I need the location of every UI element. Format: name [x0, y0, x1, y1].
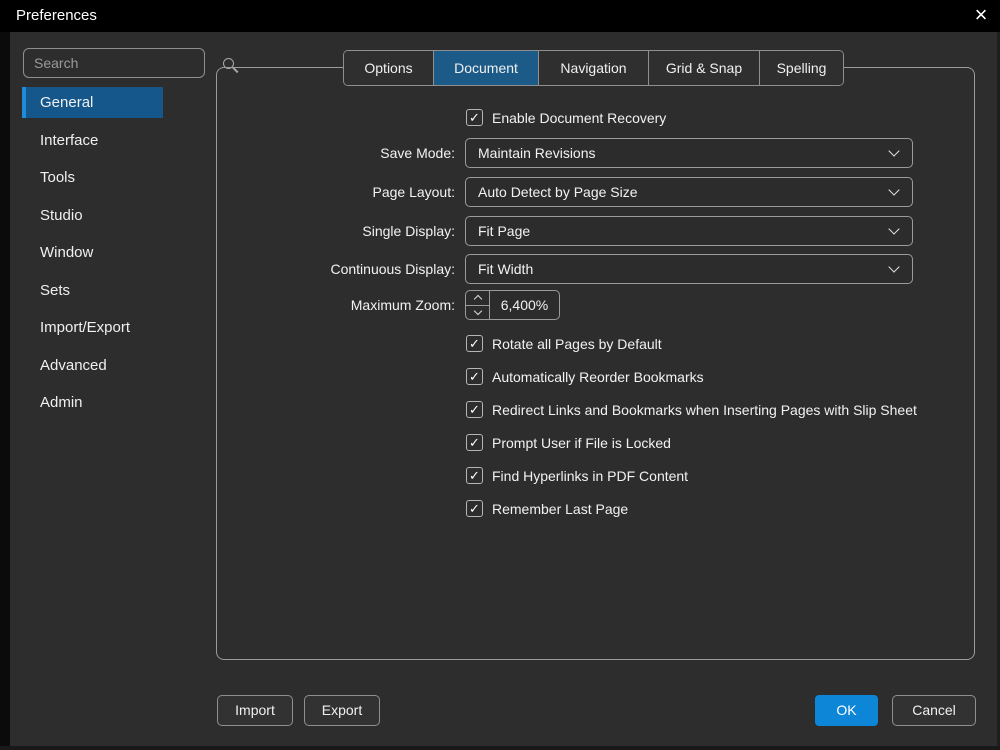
window-frame-bottom	[0, 746, 1000, 750]
cancel-button[interactable]: Cancel	[892, 695, 976, 726]
chevron-down-icon	[888, 184, 899, 195]
export-button[interactable]: Export	[304, 695, 380, 726]
page-layout-label: Page Layout:	[216, 177, 455, 207]
preferences-dialog: { "window": { "title": "Preferences", "c…	[0, 0, 1000, 750]
maximum-zoom-value[interactable]: 6,400%	[490, 291, 559, 319]
remember-last-page-label: Remember Last Page	[492, 500, 628, 518]
search-box[interactable]	[23, 48, 205, 78]
continuous-display-value: Fit Width	[466, 255, 890, 283]
auto-reorder-bookmarks-checkbox[interactable]: ✓	[466, 368, 483, 385]
stepper-up-button[interactable]	[466, 291, 489, 306]
chevron-down-icon	[888, 223, 899, 234]
save-mode-value: Maintain Revisions	[466, 139, 890, 167]
auto-reorder-bookmarks-label: Automatically Reorder Bookmarks	[492, 368, 704, 386]
sidebar-item-advanced[interactable]: Advanced	[22, 350, 163, 381]
checkmark-icon: ✓	[469, 369, 480, 384]
tab-options[interactable]: Options	[344, 51, 433, 85]
page-layout-value: Auto Detect by Page Size	[466, 178, 890, 206]
enable-document-recovery-checkbox[interactable]: ✓	[466, 109, 483, 126]
search-input[interactable]	[24, 55, 223, 71]
tab-document[interactable]: Document	[433, 51, 538, 85]
rotate-all-pages-label: Rotate all Pages by Default	[492, 335, 662, 353]
sidebar-item-interface[interactable]: Interface	[22, 125, 163, 156]
tab-navigation[interactable]: Navigation	[538, 51, 648, 85]
prompt-if-locked-checkbox[interactable]: ✓	[466, 434, 483, 451]
import-button[interactable]: Import	[217, 695, 293, 726]
enable-document-recovery-label: Enable Document Recovery	[492, 109, 666, 127]
sidebar-item-studio[interactable]: Studio	[22, 200, 163, 231]
find-hyperlinks-label: Find Hyperlinks in PDF Content	[492, 467, 688, 485]
checkmark-icon: ✓	[469, 501, 480, 516]
sidebar-item-admin[interactable]: Admin	[22, 387, 163, 418]
maximum-zoom-stepper[interactable]: 6,400%	[465, 290, 560, 320]
close-icon[interactable]: ×	[968, 3, 994, 29]
single-display-value: Fit Page	[466, 217, 890, 245]
save-mode-label: Save Mode:	[216, 138, 455, 168]
sidebar-item-window[interactable]: Window	[22, 237, 163, 268]
chevron-up-icon	[473, 295, 481, 303]
sidebar-nav: General Interface Tools Studio Window Se…	[22, 87, 163, 425]
single-display-label: Single Display:	[216, 216, 455, 246]
checkmark-icon: ✓	[469, 336, 480, 351]
chevron-down-icon	[888, 145, 899, 156]
page-layout-select[interactable]: Auto Detect by Page Size	[465, 177, 913, 207]
ok-button[interactable]: OK	[815, 695, 878, 726]
sidebar-item-tools[interactable]: Tools	[22, 162, 163, 193]
tab-spelling[interactable]: Spelling	[759, 51, 843, 85]
title-bar: Preferences ×	[0, 0, 1000, 32]
maximum-zoom-label: Maximum Zoom:	[216, 290, 455, 320]
preferences-tabs: Options Document Navigation Grid & Snap …	[343, 50, 844, 86]
single-display-select[interactable]: Fit Page	[465, 216, 913, 246]
stepper-down-button[interactable]	[466, 306, 489, 320]
prompt-if-locked-label: Prompt User if File is Locked	[492, 434, 671, 452]
remember-last-page-checkbox[interactable]: ✓	[466, 500, 483, 517]
sidebar-item-sets[interactable]: Sets	[22, 275, 163, 306]
chevron-down-icon	[473, 307, 481, 315]
redirect-links-label: Redirect Links and Bookmarks when Insert…	[492, 401, 917, 419]
sidebar-item-general[interactable]: General	[22, 87, 163, 118]
continuous-display-select[interactable]: Fit Width	[465, 254, 913, 284]
stepper-buttons	[466, 291, 490, 319]
checkmark-icon: ✓	[469, 435, 480, 450]
continuous-display-label: Continuous Display:	[216, 254, 455, 284]
redirect-links-checkbox[interactable]: ✓	[466, 401, 483, 418]
find-hyperlinks-checkbox[interactable]: ✓	[466, 467, 483, 484]
tab-grid-snap[interactable]: Grid & Snap	[648, 51, 759, 85]
sidebar-item-import-export[interactable]: Import/Export	[22, 312, 163, 343]
window-frame-left	[0, 32, 10, 750]
save-mode-select[interactable]: Maintain Revisions	[465, 138, 913, 168]
checkmark-icon: ✓	[469, 468, 480, 483]
chevron-down-icon	[888, 261, 899, 272]
checkmark-icon: ✓	[469, 402, 480, 417]
window-title: Preferences	[16, 0, 97, 32]
rotate-all-pages-checkbox[interactable]: ✓	[466, 335, 483, 352]
checkmark-icon: ✓	[469, 110, 480, 125]
